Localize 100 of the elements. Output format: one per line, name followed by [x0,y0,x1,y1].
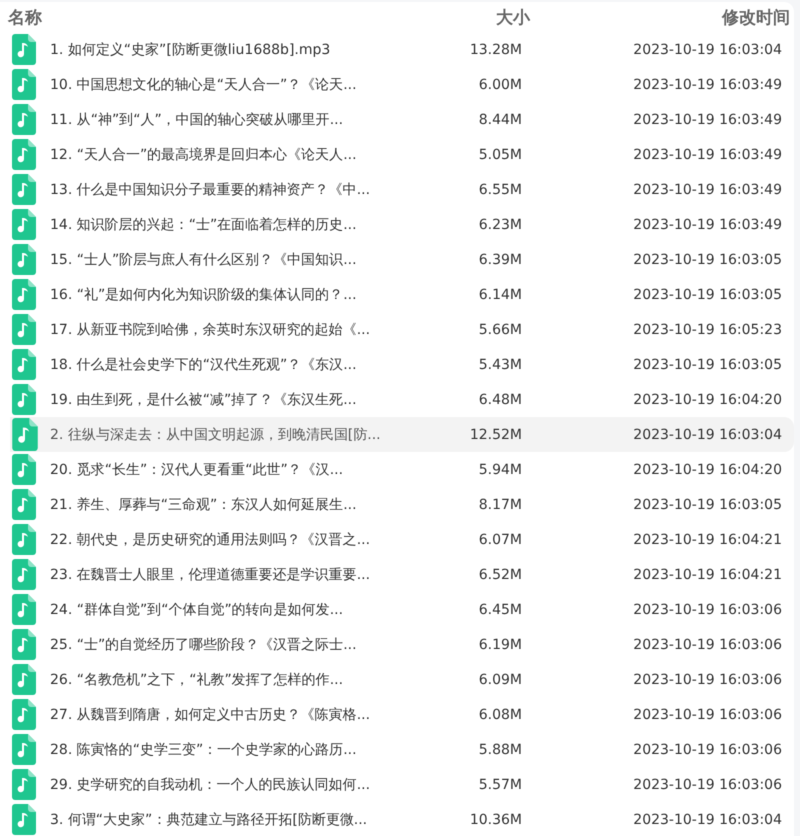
music-file-icon [12,69,36,100]
file-name: 16. “礼”是如何内化为知识阶级的集体认同的？... [50,286,358,304]
file-size: 5.88M [478,742,522,758]
file-row[interactable]: 18. 什么是社会史学下的“汉代生死观”？《东汉... 5.43M 2023-10-19 16:03:05 [10,347,794,382]
file-size: 6.55M [478,182,522,198]
file-name: 18. 什么是社会史学下的“汉代生死观”？《东汉... [50,356,358,374]
file-size: 8.44M [478,112,522,128]
file-name: 25. “士”的自觉经历了哪些阶段？《汉晋之际士... [50,636,358,654]
file-row[interactable]: 15. “士人”阶层与庶人有什么区别？《中国知识... 6.39M 2023-10-19 16:03:05 [10,242,794,277]
file-size: 6.09M [478,672,522,688]
modified-time: 2023-10-19 16:03:05 [633,286,782,302]
file-size: 6.23M [478,216,522,232]
file-row[interactable]: 16. “礼”是如何内化为知识阶级的集体认同的？... 6.14M 2023-10-19 16:03:05 [10,277,794,312]
file-size: 10.36M [470,812,522,828]
modified-time: 2023-10-19 16:04:21 [633,566,782,582]
music-file-icon [12,594,36,625]
file-name: 24. “群体自觉”到“个体自觉”的转向是如何发... [50,600,344,618]
file-size: 12.52M [470,426,522,442]
music-file-icon [12,769,36,800]
modified-time: 2023-10-19 16:03:05 [633,252,782,268]
file-name: 28. 陈寅恪的“史学三变”：一个史学家的心路历... [50,740,358,758]
file-row[interactable]: 24. “群体自觉”到“个体自觉”的转向是如何发... 6.45M 2023-10-19 16:03:06 [10,592,794,627]
file-row[interactable]: 2. 往纵与深走去：从中国文明起源，到晚清民国[防... 12.52M 2023-10-19 16:03:04 [10,417,794,452]
file-size: 6.07M [478,532,522,548]
file-row[interactable]: 13. 什么是中国知识分子最重要的精神资产？《中... 6.55M 2023-10-19 16:03:49 [10,172,794,207]
modified-time: 2023-10-19 16:03:49 [633,182,782,198]
name-column-header[interactable]: 名称 [8,6,42,28]
music-file-icon [12,418,38,451]
file-name: 23. 在魏晋士人眼里，伦理道德重要还是学识重要... [50,566,372,584]
file-name: 10. 中国思想文化的轴心是“天人合一”？《论天... [50,76,358,94]
music-file-icon [12,174,36,205]
file-row[interactable]: 1. 如何定义“史家”[防断更微liu1688b].mp3 13.28M 2023-10-19 16:03:04 [10,32,794,67]
file-size: 5.66M [478,322,522,338]
file-row[interactable]: 20. 觅求“长生”：汉代人更看重“此世”？《汉... 5.94M 2023-10-19 16:04:20 [10,452,794,487]
modified-time: 2023-10-19 16:03:06 [633,602,782,618]
modified-time: 2023-10-19 16:03:04 [633,426,782,442]
file-name: 19. 由生到死，是什么被“减”掉了？《东汉生死... [50,390,358,408]
modified-column-header[interactable]: 修改时间 [722,6,790,28]
music-file-icon [12,279,36,310]
file-name: 11. 从“神”到“人”，中国的轴心突破从哪里开... [50,110,344,128]
modified-time: 2023-10-19 16:03:49 [633,112,782,128]
modified-time: 2023-10-19 16:03:06 [633,672,782,688]
music-file-icon [12,104,36,135]
file-row[interactable]: 21. 养生、厚葬与“三命观”：东汉人如何延展生... 8.17M 2023-10-19 16:03:05 [10,487,794,522]
music-file-icon [12,699,36,730]
file-size: 13.28M [470,42,522,58]
file-row[interactable]: 23. 在魏晋士人眼里，伦理道德重要还是学识重要... 6.52M 2023-10-19 16:04:21 [10,557,794,592]
file-row[interactable]: 17. 从新亚书院到哈佛，余英时东汉研究的起始《... 5.66M 2023-10-19 16:05:23 [10,312,794,347]
modified-time: 2023-10-19 16:03:05 [633,496,782,512]
file-row[interactable]: 22. 朝代史，是历史研究的通用法则吗？《汉晋之... 6.07M 2023-10-19 16:04:21 [10,522,794,557]
music-file-icon [12,664,36,695]
file-name: 1. 如何定义“史家”[防断更微liu1688b].mp3 [50,40,332,58]
modified-time: 2023-10-19 16:04:20 [633,392,782,408]
music-file-icon [12,209,36,240]
file-size: 5.57M [478,776,522,792]
file-row[interactable]: 28. 陈寅恪的“史学三变”：一个史学家的心路历... 5.88M 2023-10-19 16:03:06 [10,732,794,767]
modified-time: 2023-10-19 16:05:23 [633,322,782,338]
file-name: 12. “天人合一”的最高境界是回归本心《论天人... [50,146,358,164]
file-row[interactable]: 12. “天人合一”的最高境界是回归本心《论天人... 5.05M 2023-10-19 16:03:49 [10,137,794,172]
file-size: 5.43M [478,356,522,372]
file-row[interactable]: 14. 知识阶层的兴起：“士”在面临着怎样的历史... 6.23M 2023-10-19 16:03:49 [10,207,794,242]
file-size: 6.52M [478,566,522,582]
music-file-icon [12,384,36,415]
file-name: 22. 朝代史，是历史研究的通用法则吗？《汉晋之... [50,530,372,548]
music-file-icon [12,34,36,65]
file-name: 27. 从魏晋到隋唐，如何定义中古历史？《陈寅格... [50,706,372,724]
music-file-icon [12,629,36,660]
file-row[interactable]: 29. 史学研究的自我动机：一个人的民族认同如何... 5.57M 2023-10-19 16:03:06 [10,767,794,802]
modified-time: 2023-10-19 16:03:49 [633,76,782,92]
music-file-icon [12,314,36,345]
file-name: 26. “名教危机”之下，“礼教”发挥了怎样的作... [50,670,344,688]
music-file-icon [12,244,36,275]
modified-time: 2023-10-19 16:03:05 [633,356,782,372]
file-name: 15. “士人”阶层与庶人有什么区别？《中国知识... [50,250,358,268]
file-name: 2. 往纵与深走去：从中国文明起源，到晚清民国[防... [50,426,382,444]
file-row[interactable]: 11. 从“神”到“人”，中国的轴心突破从哪里开... 8.44M 2023-10-19 16:03:49 [10,102,794,137]
file-row[interactable]: 25. “士”的自觉经历了哪些阶段？《汉晋之际士... 6.19M 2023-10-19 16:03:06 [10,627,794,662]
file-size: 6.14M [478,286,522,302]
file-size: 6.39M [478,252,522,268]
file-row[interactable]: 19. 由生到死，是什么被“减”掉了？《东汉生死... 6.48M 2023-10-19 16:04:20 [10,382,794,417]
modified-time: 2023-10-19 16:03:06 [633,636,782,652]
modified-time: 2023-10-19 16:03:06 [633,706,782,722]
file-name: 14. 知识阶层的兴起：“士”在面临着怎样的历史... [50,216,358,234]
file-name: 3. 何谓“大史家”：典范建立与路径开拓[防断更微... [50,810,368,828]
file-name: 29. 史学研究的自我动机：一个人的民族认同如何... [50,776,372,794]
music-file-icon [12,139,36,170]
size-column-header[interactable]: 大小 [496,6,530,28]
file-row[interactable]: 10. 中国思想文化的轴心是“天人合一”？《论天... 6.00M 2023-10-19 16:03:49 [10,67,794,102]
file-name: 17. 从新亚书院到哈佛，余英时东汉研究的起始《... [50,320,372,338]
file-row[interactable]: 27. 从魏晋到隋唐，如何定义中古历史？《陈寅格... 6.08M 2023-10-19 16:03:06 [10,697,794,732]
file-size: 5.94M [478,462,522,478]
modified-time: 2023-10-19 16:04:21 [633,532,782,548]
file-name: 21. 养生、厚葬与“三命观”：东汉人如何延展生... [50,496,358,514]
music-file-icon [12,524,36,555]
modified-time: 2023-10-19 16:04:20 [633,462,782,478]
file-row[interactable]: 26. “名教危机”之下，“礼教”发挥了怎样的作... 6.09M 2023-10-19 16:03:06 [10,662,794,697]
file-row[interactable]: 3. 何谓“大史家”：典范建立与路径开拓[防断更微... 10.36M 2023-10-19 16:03:04 [10,802,794,836]
music-file-icon [12,349,36,380]
modified-time: 2023-10-19 16:03:04 [633,42,782,58]
file-size: 6.00M [478,76,522,92]
